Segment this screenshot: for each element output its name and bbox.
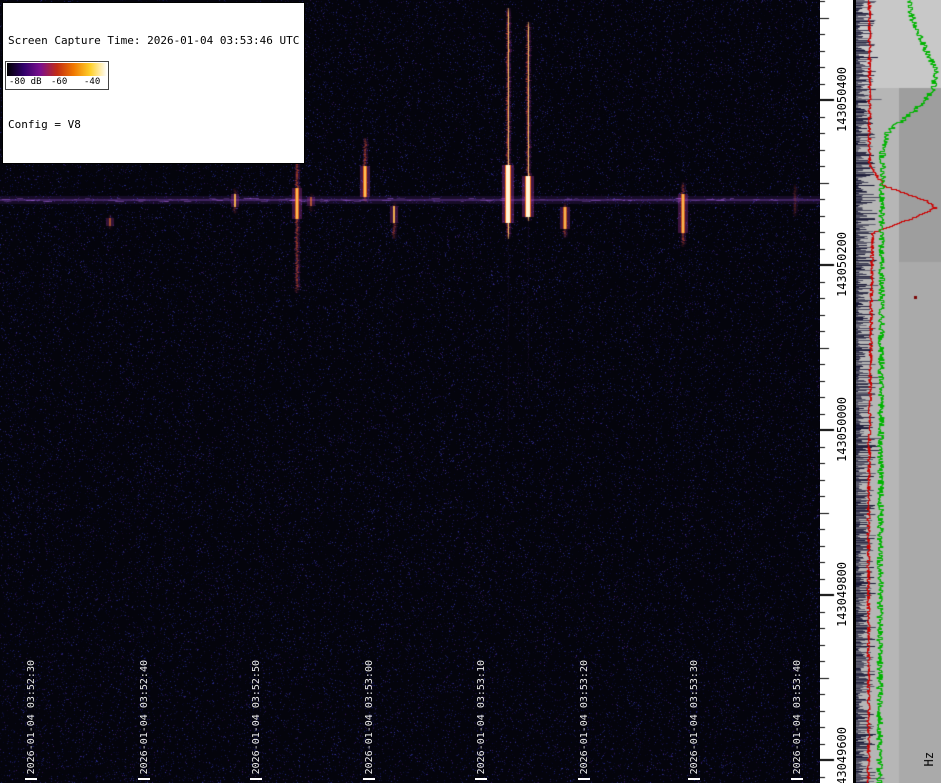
legend-min-db-label: -80 dB	[9, 77, 42, 87]
color-scale-legend: -80 dB -60 -40	[5, 61, 109, 90]
capture-time-text: Screen Capture Time: 2026-01-04 03:53:46…	[8, 34, 300, 47]
frequency-ruler[interactable]	[820, 0, 853, 783]
config-text: Config = V8	[8, 118, 81, 131]
frequency-unit-label: Hz	[922, 752, 936, 767]
spectrogram-app-window: 2026-01-04 03:52:30 2026-01-04 03:52:40 20…	[0, 0, 941, 783]
color-gradient-bar	[7, 63, 107, 76]
spectrum-graph-panel[interactable]	[856, 0, 941, 783]
legend-mid-db-label: -60	[51, 77, 68, 87]
legend-labels: -80 dB -60 -40	[6, 77, 108, 89]
legend-max-db-label: -40	[84, 77, 101, 87]
